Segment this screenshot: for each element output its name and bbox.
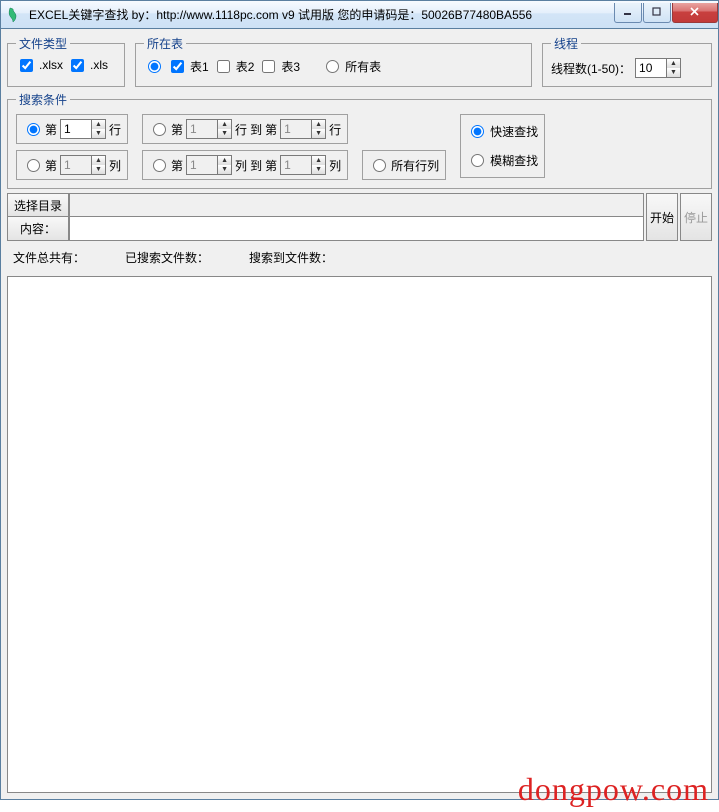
sheet-group: 所在表 表1 表2 表3 所有表 xyxy=(135,35,532,87)
window-title: EXCEL关键字查找 by：http://www.1118pc.com v9 试… xyxy=(29,6,613,23)
close-button[interactable] xyxy=(672,3,718,23)
maximize-button[interactable] xyxy=(643,3,671,23)
single-row-cell: 第 ▲▼ 行 xyxy=(16,114,128,144)
found-files-label: 搜索到文件数： xyxy=(249,249,333,266)
dir-input[interactable] xyxy=(69,193,644,217)
thread-spinner[interactable]: ▲▼ xyxy=(635,58,681,78)
col-range-radio[interactable] xyxy=(153,159,166,172)
col-range-cell: 第 ▲▼ 列 到 第 ▲▼ 列 xyxy=(142,150,348,180)
all-rowcol-cell: 所有行列 xyxy=(362,150,446,180)
sheet1-label: 表1 xyxy=(190,58,209,75)
content-input[interactable] xyxy=(69,217,644,241)
all-rowcol-label: 所有行列 xyxy=(391,157,439,174)
titlebar: EXCEL关键字查找 by：http://www.1118pc.com v9 试… xyxy=(1,1,718,29)
all-rowcol-radio[interactable] xyxy=(373,159,386,172)
sheet1-checkbox[interactable] xyxy=(171,60,184,73)
sheet2-label: 表2 xyxy=(236,58,255,75)
xlsx-checkbox[interactable] xyxy=(20,59,33,72)
xls-label: .xls xyxy=(90,58,108,72)
single-col-cell: 第 ▲▼ 列 xyxy=(16,150,128,180)
file-type-group: 文件类型 .xlsx .xls xyxy=(7,35,125,87)
col-spinner[interactable]: ▲▼ xyxy=(60,155,106,175)
sheet3-checkbox[interactable] xyxy=(262,60,275,73)
chevron-up-icon[interactable]: ▲ xyxy=(667,59,680,68)
results-area[interactable] xyxy=(7,276,712,793)
fast-search-label: 快速查找 xyxy=(490,123,538,140)
sheet-radio-selected[interactable] xyxy=(148,60,161,73)
minimize-button[interactable] xyxy=(614,3,642,23)
xlsx-label: .xlsx xyxy=(39,58,63,72)
thread-group: 线程 线程数(1-50)： ▲▼ xyxy=(542,35,712,87)
stop-button[interactable]: 停止 xyxy=(680,193,712,241)
search-legend: 搜索条件 xyxy=(16,91,70,108)
single-col-radio[interactable] xyxy=(27,159,40,172)
sheet3-label: 表3 xyxy=(281,58,300,75)
thread-label: 线程数(1-50)： xyxy=(551,60,631,77)
thread-legend: 线程 xyxy=(551,35,581,52)
row-range-radio[interactable] xyxy=(153,123,166,136)
file-type-legend: 文件类型 xyxy=(16,35,70,52)
sheet-legend: 所在表 xyxy=(144,35,186,52)
search-mode-cell: 快速查找 模糊查找 xyxy=(460,114,545,178)
row-range-cell: 第 ▲▼ 行 到 第 ▲▼ 行 xyxy=(142,114,348,144)
watermark: dongpow.com xyxy=(518,771,709,808)
fuzzy-search-label: 模糊查找 xyxy=(490,152,538,169)
chevron-down-icon[interactable]: ▼ xyxy=(667,68,680,77)
total-files-label: 文件总共有： xyxy=(13,249,85,266)
content-label: 内容： xyxy=(7,217,69,241)
xls-checkbox[interactable] xyxy=(71,59,84,72)
single-row-radio[interactable] xyxy=(27,123,40,136)
searched-files-label: 已搜索文件数： xyxy=(125,249,209,266)
thread-value[interactable] xyxy=(636,59,666,77)
fast-search-radio[interactable] xyxy=(471,125,484,138)
row-spinner[interactable]: ▲▼ xyxy=(60,119,106,139)
stats-row: 文件总共有： 已搜索文件数： 搜索到文件数： xyxy=(7,245,712,270)
sheet-all-label: 所有表 xyxy=(345,58,381,75)
app-icon xyxy=(7,7,23,23)
start-button[interactable]: 开始 xyxy=(646,193,678,241)
sheet-radio-all[interactable] xyxy=(326,60,339,73)
search-conditions-group: 搜索条件 第 ▲▼ 行 第 ▲▼ 列 xyxy=(7,91,712,189)
sheet2-checkbox[interactable] xyxy=(217,60,230,73)
fuzzy-search-radio[interactable] xyxy=(471,154,484,167)
select-dir-button[interactable]: 选择目录 xyxy=(7,193,69,217)
